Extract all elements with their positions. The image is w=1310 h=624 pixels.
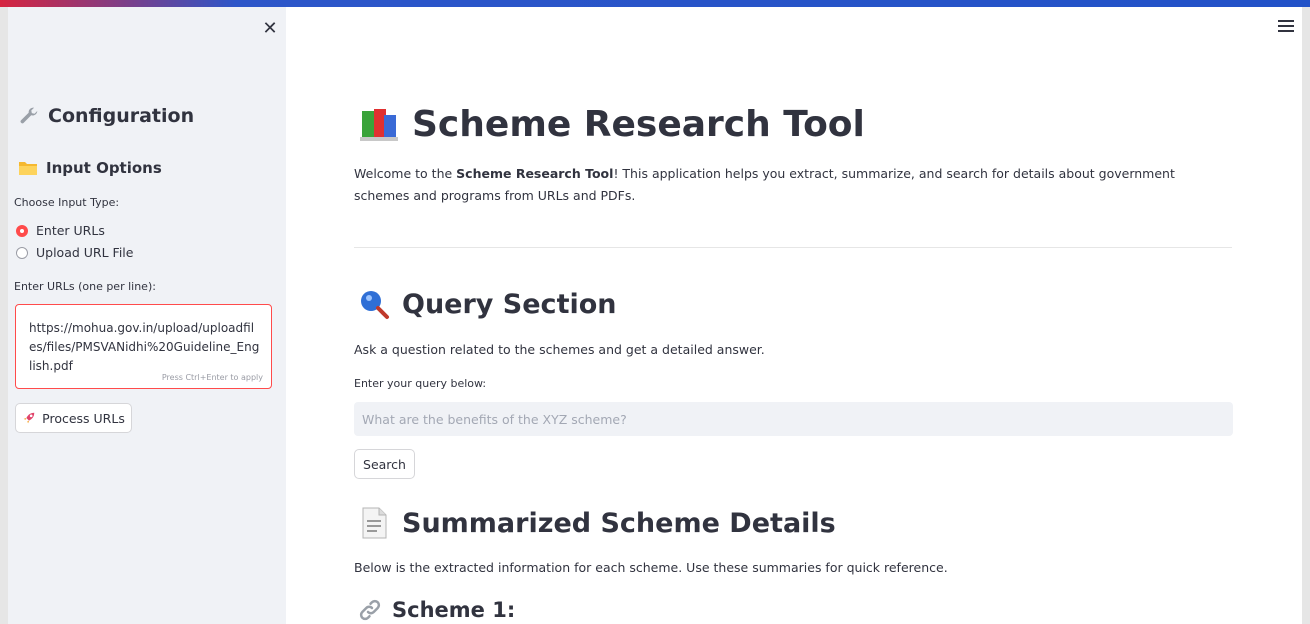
section-divider xyxy=(354,247,1232,248)
sidebar: ✕ Configuration Input Options Choose Inp… xyxy=(0,7,286,624)
summarized-details-heading: Summarized Scheme Details xyxy=(358,506,836,540)
query-section-title: Query Section xyxy=(402,288,617,320)
wrench-icon xyxy=(18,105,40,127)
query-input[interactable] xyxy=(354,402,1233,436)
radio-selected-indicator[interactable] xyxy=(16,224,28,237)
page-title: Scheme Research Tool xyxy=(358,104,865,145)
urls-value: https://mohua.gov.in/upload/uploadfiles/… xyxy=(29,321,260,373)
choose-input-label: Choose Input Type: xyxy=(14,196,120,209)
input-options-title: Input Options xyxy=(46,159,162,177)
page-title-text: Scheme Research Tool xyxy=(412,104,865,145)
books-icon xyxy=(358,105,400,145)
radio-unselected-indicator[interactable] xyxy=(16,246,28,259)
document-icon xyxy=(358,506,390,540)
query-section-heading: Query Section xyxy=(358,288,617,320)
hamburger-icon[interactable] xyxy=(1278,20,1294,34)
search-button-label: Search xyxy=(363,456,406,472)
radio-label-upload-url-file: Upload URL File xyxy=(36,245,134,260)
query-input-label: Enter your query below: xyxy=(354,377,487,390)
link-icon xyxy=(358,598,382,622)
radio-upload-url-file[interactable]: Upload URL File xyxy=(16,245,133,260)
ctrl-enter-hint: Press Ctrl+Enter to apply xyxy=(161,373,263,382)
top-decoration-bar xyxy=(0,0,1310,7)
urls-label: Enter URLs (one per line): xyxy=(14,280,156,293)
summary-description: Below is the extracted information for e… xyxy=(354,560,948,575)
magnifier-icon xyxy=(358,288,390,320)
search-button[interactable]: Search xyxy=(354,449,415,479)
rocket-icon xyxy=(22,411,36,425)
scheme-1-title: Scheme 1: xyxy=(392,598,516,622)
scrollbar[interactable] xyxy=(1302,7,1310,624)
folder-icon xyxy=(18,159,38,177)
summarized-details-title: Summarized Scheme Details xyxy=(402,507,836,539)
process-urls-label: Process URLs xyxy=(42,410,125,426)
radio-label-enter-urls: Enter URLs xyxy=(36,223,105,238)
process-urls-button[interactable]: Process URLs xyxy=(15,403,132,433)
welcome-bold: Scheme Research Tool xyxy=(456,166,614,181)
scheme-1-heading: Scheme 1: xyxy=(358,598,515,622)
query-description: Ask a question related to the schemes an… xyxy=(354,342,765,357)
configuration-heading: Configuration xyxy=(18,105,194,127)
configuration-title: Configuration xyxy=(48,105,195,127)
radio-enter-urls[interactable]: Enter URLs xyxy=(16,223,105,238)
welcome-text: Welcome to the Scheme Research Tool! Thi… xyxy=(354,163,1224,207)
urls-textarea[interactable]: https://mohua.gov.in/upload/uploadfiles/… xyxy=(15,304,272,389)
close-icon[interactable]: ✕ xyxy=(260,19,280,39)
input-options-heading: Input Options xyxy=(18,159,162,177)
welcome-prefix: Welcome to the xyxy=(354,166,457,181)
